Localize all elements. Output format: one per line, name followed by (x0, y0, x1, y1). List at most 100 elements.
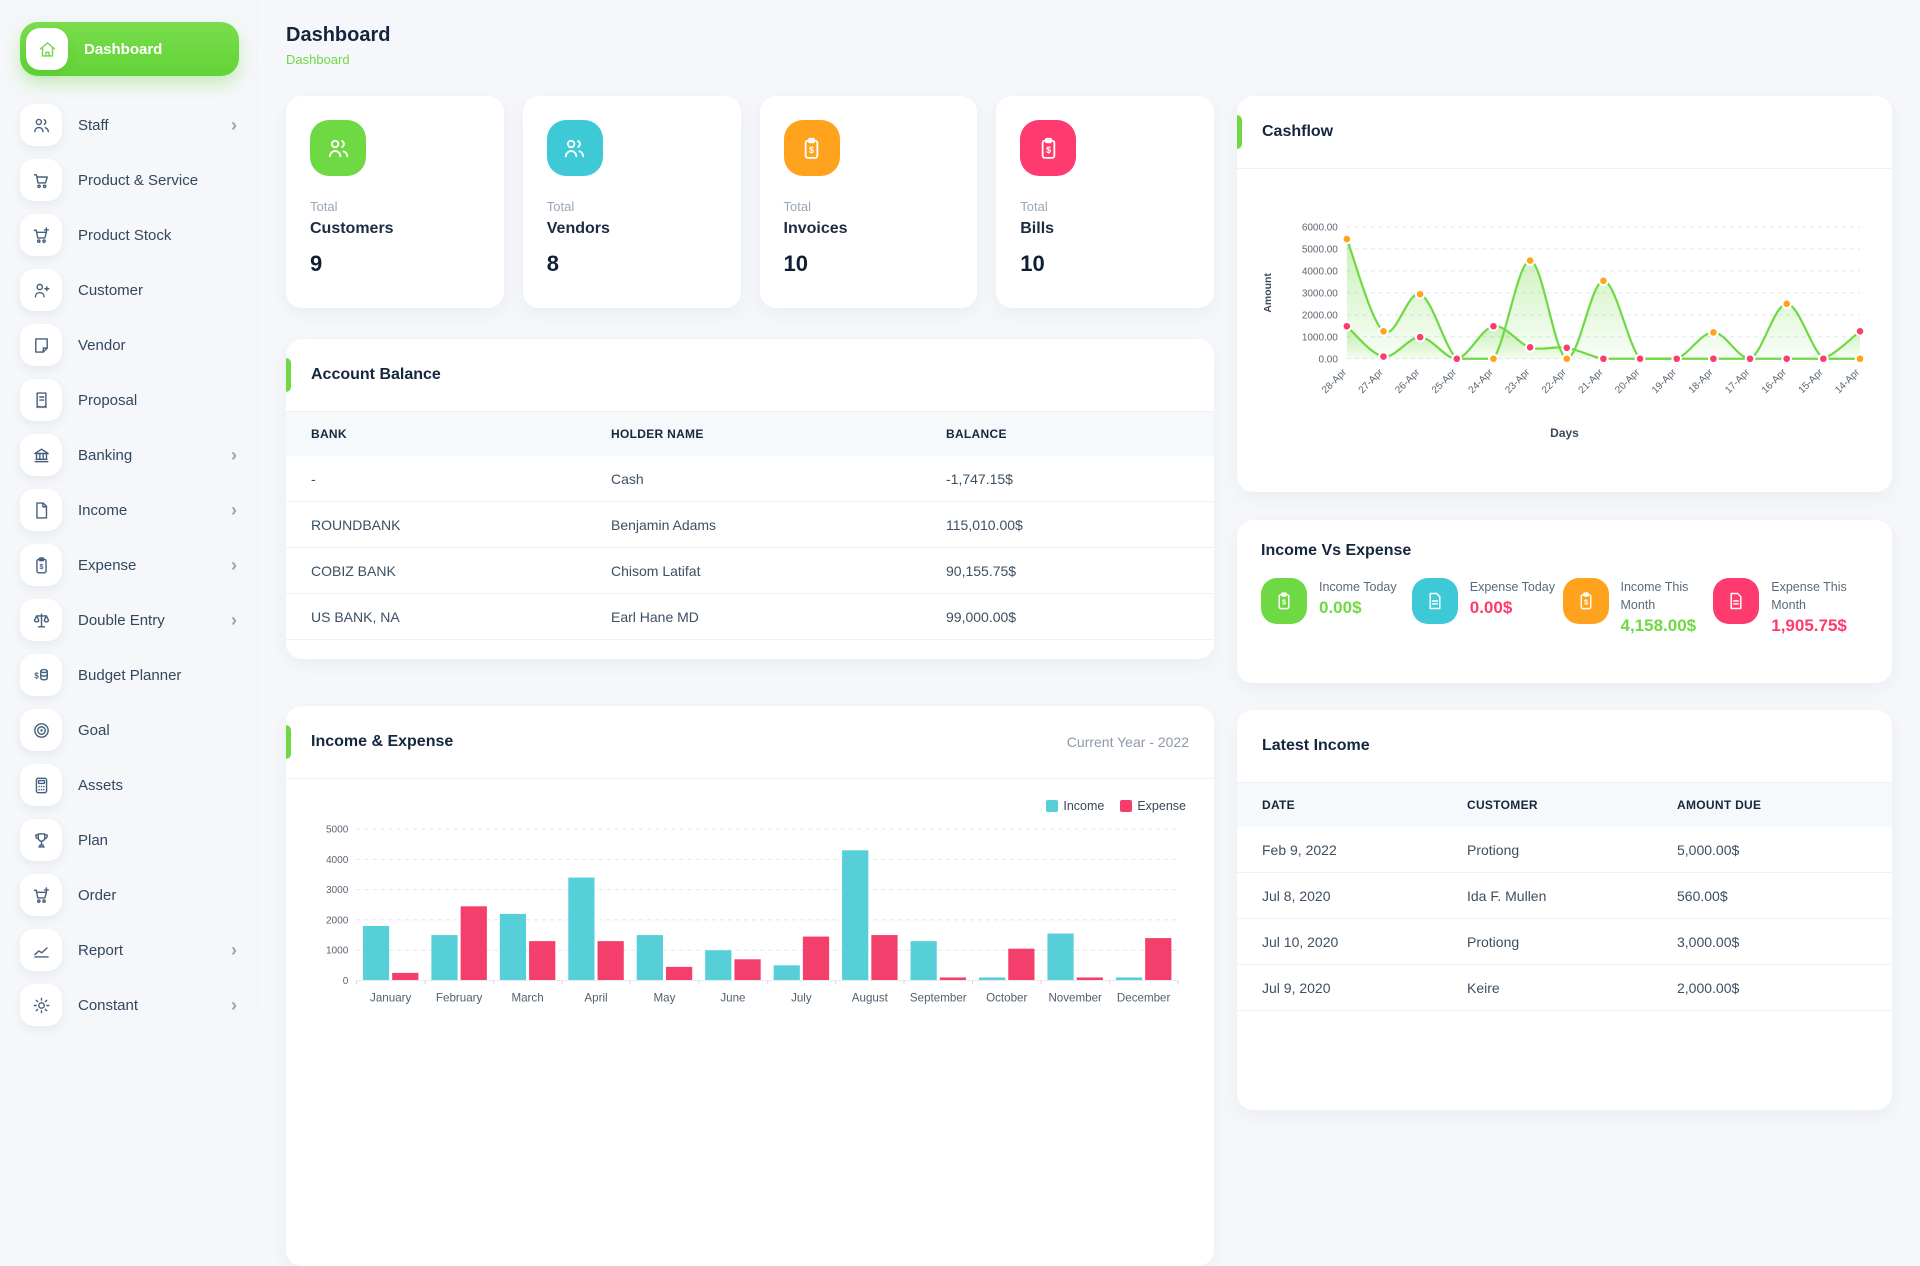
svg-text:August: August (852, 992, 889, 1005)
stat-card: Total Invoices 10 (760, 96, 978, 308)
cell-bank: ROUNDBANK (311, 517, 611, 533)
page-header: Dashboard Dashboard (286, 24, 1214, 70)
svg-text:22-Apr: 22-Apr (1540, 367, 1569, 396)
svg-text:0.00: 0.00 (1318, 354, 1338, 365)
legend-swatch (1046, 800, 1058, 812)
svg-text:April: April (584, 992, 607, 1005)
column-header-customer: CUSTOMER (1467, 798, 1677, 812)
cell-bank: COBIZ BANK (311, 563, 611, 579)
svg-text:20-Apr: 20-Apr (1613, 367, 1642, 396)
latest-income-header: Latest Income (1237, 710, 1892, 783)
sidebar-item-proposal[interactable]: Proposal (20, 379, 239, 421)
svg-text:19-Apr: 19-Apr (1650, 367, 1679, 396)
sidebar-item-customer[interactable]: Customer (20, 269, 239, 311)
clipboard-dollar-icon (1273, 590, 1295, 612)
sidebar-item-label: Vendor (78, 337, 126, 354)
stat-label: Expense This Month (1771, 580, 1847, 612)
breadcrumb[interactable]: Dashboard (286, 52, 350, 67)
sidebar-item-assets[interactable]: Assets (20, 764, 239, 806)
column-header-balance: BALANCE (946, 427, 1189, 441)
sidebar-item-goal[interactable]: Goal (20, 709, 239, 751)
clipboard-dollar-icon (31, 555, 52, 576)
table-row: US BANK, NA Earl Hane MD 99,000.00$ (286, 594, 1214, 640)
sidebar-item-order[interactable]: Order (20, 874, 239, 916)
income-expense-chart-body: IncomeExpense 010002000300040005000Janua… (286, 779, 1214, 1030)
income-vs-expense-stat: Expense This Month 1,905.75$ (1713, 578, 1864, 636)
latest-income-title: Latest Income (1262, 737, 1370, 755)
cashflow-card: Cashflow 0.001000.002000.003000.004000.0… (1237, 96, 1892, 492)
stat-card-top-label: Total (1020, 199, 1190, 214)
sidebar-item-label: Proposal (78, 392, 137, 409)
svg-text:26-Apr: 26-Apr (1393, 367, 1422, 396)
stat-card-value: 10 (784, 251, 954, 277)
table-row: ROUNDBANK Benjamin Adams 115,010.00$ (286, 502, 1214, 548)
stat-card-value: 9 (310, 251, 480, 277)
stat-card-label: Vendors (547, 220, 717, 238)
cell-balance: -1,747.15$ (946, 471, 1189, 487)
svg-text:1000: 1000 (326, 946, 349, 957)
sidebar-item-income[interactable]: Income › (20, 489, 239, 531)
svg-text:17-Apr: 17-Apr (1723, 367, 1752, 396)
sidebar-item-label: Staff (78, 117, 109, 134)
income-expense-card: Income & Expense Current Year - 2022 Inc… (286, 706, 1214, 1266)
sidebar-item-label: Banking (78, 447, 132, 464)
sidebar-item-banking[interactable]: Banking › (20, 434, 239, 476)
cart-plus-icon (31, 225, 52, 246)
main-content: Dashboard Dashboard Total Customers 9 To… (259, 0, 1920, 1006)
income-expense-title: Income & Expense (311, 733, 453, 751)
svg-text:18-Apr: 18-Apr (1687, 367, 1716, 396)
income-vs-expense-stat: Income Today 0.00$ (1261, 578, 1412, 636)
table-row: Jul 8, 2020 Ida F. Mullen 560.00$ (1237, 873, 1892, 919)
sidebar-item-product-stock[interactable]: Product Stock (20, 214, 239, 256)
cell-balance: 99,000.00$ (946, 609, 1189, 625)
users-icon (561, 135, 588, 162)
stat-card: Total Bills 10 (996, 96, 1214, 308)
chevron-right-icon: › (231, 556, 237, 574)
stat-card-top-label: Total (547, 199, 717, 214)
svg-text:3000.00: 3000.00 (1302, 288, 1338, 299)
cell-date: Jul 10, 2020 (1262, 934, 1467, 950)
table-row: - Cash -1,747.15$ (286, 456, 1214, 502)
cell-date: Jul 8, 2020 (1262, 888, 1467, 904)
sidebar-item-expense[interactable]: Expense › (20, 544, 239, 586)
stat-value: 1,905.75$ (1771, 616, 1864, 636)
cashflow-title: Cashflow (1262, 123, 1333, 141)
income-expense-header: Income & Expense Current Year - 2022 (286, 706, 1214, 779)
sidebar-item-label: Budget Planner (78, 667, 181, 684)
svg-text:16-Apr: 16-Apr (1760, 367, 1789, 396)
sidebar-item-dashboard[interactable]: Dashboard (20, 22, 239, 76)
cell-holder-name: Earl Hane MD (611, 609, 946, 625)
svg-text:July: July (791, 992, 812, 1005)
column-header-holder-name: HOLDER NAME (611, 427, 946, 441)
sidebar-item-plan[interactable]: Plan (20, 819, 239, 861)
table-row: Jul 10, 2020 Protiong 3,000.00$ (1237, 919, 1892, 965)
stat-card: Total Customers 9 (286, 96, 504, 308)
sidebar-item-product-service[interactable]: Product & Service (20, 159, 239, 201)
cell-date: Jul 9, 2020 (1262, 980, 1467, 996)
svg-text:September: September (910, 992, 967, 1005)
sidebar-item-constant[interactable]: Constant › (20, 984, 239, 1026)
column-header-amount-due: AMOUNT DUE (1677, 798, 1867, 812)
cell-amount-due: 5,000.00$ (1677, 842, 1867, 858)
legend-item-income[interactable]: Income (1046, 799, 1104, 813)
sidebar-item-label: Expense (78, 557, 136, 574)
sidebar-item-double-entry[interactable]: Double Entry › (20, 599, 239, 641)
svg-text:24-Apr: 24-Apr (1467, 367, 1496, 396)
sidebar-item-label: Constant (78, 997, 138, 1014)
stat-card-value: 10 (1020, 251, 1190, 277)
sidebar-item-vendor[interactable]: Vendor (20, 324, 239, 366)
svg-text:15-Apr: 15-Apr (1797, 367, 1826, 396)
cashflow-chart-body: 0.001000.002000.003000.004000.005000.006… (1237, 169, 1892, 440)
account-balance-table-body: - Cash -1,747.15$ ROUNDBANK Benjamin Ada… (286, 456, 1214, 640)
sidebar-item-label: Product Stock (78, 227, 171, 244)
current-year-label: Current Year - 2022 (1067, 734, 1189, 750)
legend-item-expense[interactable]: Expense (1120, 799, 1186, 813)
sidebar-item-report[interactable]: Report › (20, 929, 239, 971)
sidebar-item-label: Assets (78, 777, 123, 794)
svg-text:June: June (720, 992, 745, 1005)
svg-text:2000: 2000 (326, 915, 349, 926)
sidebar-item-budget-planner[interactable]: Budget Planner (20, 654, 239, 696)
cell-holder-name: Chisom Latifat (611, 563, 946, 579)
sidebar-item-label: Double Entry (78, 612, 165, 629)
sidebar-item-staff[interactable]: Staff › (20, 104, 239, 146)
